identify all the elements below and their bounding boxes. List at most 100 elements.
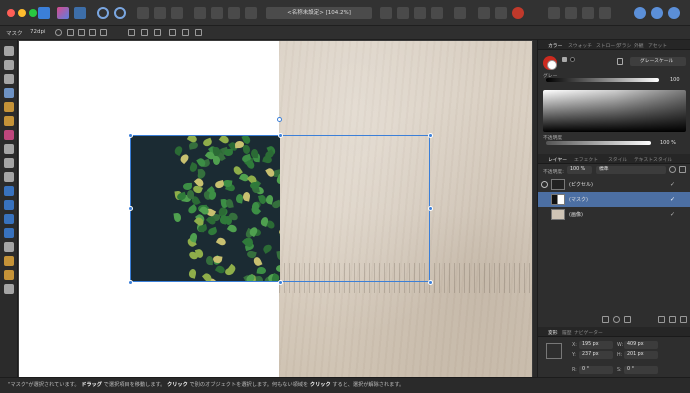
vector-brush-tool-icon[interactable] — [4, 116, 14, 126]
lock-aspect-icon[interactable] — [67, 29, 74, 36]
color-picker-area[interactable] — [543, 90, 686, 132]
tab-history[interactable]: 履歴 — [562, 329, 572, 336]
view-mode-icon[interactable] — [137, 7, 149, 19]
selection-bounding-box[interactable] — [130, 135, 430, 282]
designer-persona-icon[interactable] — [38, 7, 50, 19]
order-front-icon[interactable] — [228, 7, 240, 19]
document-page[interactable] — [19, 41, 532, 377]
node-distribute-icon[interactable] — [565, 7, 577, 19]
rotation-field[interactable]: 0 ° — [579, 366, 613, 374]
layer-row[interactable]: (画像) ✓ — [538, 207, 690, 222]
color-picker-tool-icon[interactable] — [4, 256, 14, 266]
export-persona-icon[interactable] — [74, 7, 86, 19]
layer-settings-gear-icon[interactable] — [669, 166, 676, 173]
align-center-icon[interactable] — [141, 29, 148, 36]
zoom-tool-icon[interactable] — [4, 284, 14, 294]
handle-bottom-left[interactable] — [128, 280, 133, 285]
view-tool-icon[interactable] — [4, 270, 14, 280]
tab-transform[interactable]: 変形 — [548, 329, 558, 336]
node-tool-icon[interactable] — [4, 60, 14, 70]
rotation-handle[interactable] — [277, 117, 282, 122]
eyedropper-icon[interactable] — [562, 57, 567, 62]
tab-brushes[interactable]: ブラシ — [617, 42, 631, 49]
delete-layer-icon[interactable] — [680, 316, 687, 323]
handle-middle-right[interactable] — [428, 206, 433, 211]
ellipse-tool-icon[interactable] — [4, 200, 14, 210]
layer-row[interactable]: (ピクセル) ✓ — [538, 177, 690, 192]
settings-gear-icon[interactable] — [97, 7, 109, 19]
black-swatch-icon[interactable] — [570, 57, 575, 62]
shear-field[interactable]: 0 ° — [624, 366, 658, 374]
anchor-point-selector[interactable] — [546, 343, 562, 359]
align-right-icon[interactable] — [154, 29, 161, 36]
node-break-icon[interactable] — [599, 7, 611, 19]
expand-arrow-icon[interactable] — [541, 181, 548, 188]
order-back-icon[interactable] — [194, 7, 206, 19]
snapping-magnet-icon[interactable] — [512, 7, 524, 19]
align-left-icon[interactable] — [128, 29, 135, 36]
pencil-tool-icon[interactable] — [4, 102, 14, 112]
transparency-tool-icon[interactable] — [4, 144, 14, 154]
artistic-text-tool-icon[interactable] — [4, 242, 14, 252]
handle-middle-left[interactable] — [128, 206, 133, 211]
tab-appearance[interactable]: 外観 — [634, 42, 644, 49]
rectangle-tool-icon[interactable] — [4, 186, 14, 196]
tab-layers[interactable]: レイヤー — [548, 156, 567, 163]
flip-horizontal-icon[interactable] — [380, 7, 392, 19]
tab-navigator[interactable]: ナビゲーター — [574, 329, 603, 336]
tab-color[interactable]: カラー — [548, 42, 562, 49]
lock-icon[interactable] — [617, 58, 623, 65]
blend-mode-select[interactable]: 標準 — [596, 166, 666, 174]
gray-value[interactable]: 100 — [670, 77, 680, 83]
boolean-add-icon[interactable] — [478, 7, 490, 19]
rotate-right-icon[interactable] — [431, 7, 443, 19]
rotate-left-icon[interactable] — [414, 7, 426, 19]
layer-row-selected[interactable]: (マスク) ✓ — [538, 192, 690, 207]
transform-origin-icon[interactable] — [55, 29, 62, 36]
color-mode-select[interactable]: グレースケール — [630, 57, 686, 66]
handle-bottom-middle[interactable] — [278, 280, 283, 285]
mask-layer-icon[interactable] — [602, 316, 609, 323]
frame-text-tool-icon[interactable] — [4, 74, 14, 84]
fill-tool-icon[interactable] — [4, 130, 14, 140]
y-field[interactable]: 237 px — [579, 351, 613, 359]
layer-visibility-check-icon[interactable]: ✓ — [670, 196, 677, 203]
minimize-window-button[interactable] — [18, 9, 26, 17]
pixel-persona-icon[interactable] — [57, 7, 69, 19]
opacity-slider[interactable] — [546, 141, 651, 145]
guides-icon[interactable] — [154, 7, 166, 19]
handle-top-right[interactable] — [428, 133, 433, 138]
canvas-area[interactable] — [18, 40, 533, 377]
handle-top-left[interactable] — [128, 133, 133, 138]
tab-effects[interactable]: エフェクト — [574, 156, 598, 163]
layer-visibility-check-icon[interactable]: ✓ — [670, 181, 677, 188]
align-bottom-icon[interactable] — [195, 29, 202, 36]
assistant-icon[interactable] — [634, 7, 646, 19]
insert-target-icon[interactable] — [454, 7, 466, 19]
node-join-icon[interactable] — [582, 7, 594, 19]
boolean-subtract-icon[interactable] — [495, 7, 507, 19]
gray-slider[interactable] — [546, 78, 659, 82]
adjustment-icon[interactable] — [613, 316, 620, 323]
close-window-button[interactable] — [7, 9, 15, 17]
align-middle-icon[interactable] — [182, 29, 189, 36]
studio-icon[interactable] — [668, 7, 680, 19]
align-icon[interactable] — [245, 7, 257, 19]
resample-icon[interactable] — [100, 29, 107, 36]
tab-assets[interactable]: アセット — [648, 42, 667, 49]
layer-visibility-check-icon[interactable]: ✓ — [670, 211, 677, 218]
node-align-icon[interactable] — [548, 7, 560, 19]
stroke-color-swatch[interactable] — [547, 60, 557, 70]
edit-icon[interactable] — [89, 29, 96, 36]
flip-vertical-icon[interactable] — [397, 7, 409, 19]
rounded-rectangle-tool-icon[interactable] — [4, 214, 14, 224]
snapping-icon[interactable] — [114, 7, 126, 19]
document-title[interactable]: <名称未設定> [104.2%] — [266, 7, 372, 19]
crop-tool-icon[interactable] — [4, 158, 14, 168]
layer-opacity-field[interactable]: 100 % — [567, 166, 592, 174]
place-image-tool-icon[interactable] — [4, 172, 14, 182]
grid-icon[interactable] — [171, 7, 183, 19]
handle-top-middle[interactable] — [278, 133, 283, 138]
maximize-window-button[interactable] — [29, 9, 37, 17]
replace-image-icon[interactable] — [78, 29, 85, 36]
